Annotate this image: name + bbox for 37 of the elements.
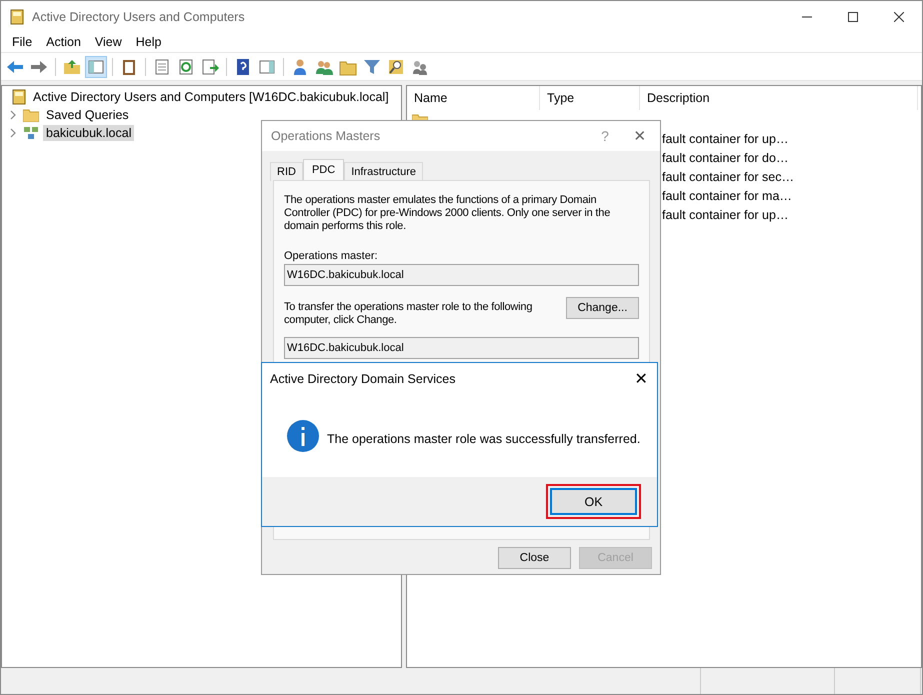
panel-icon[interactable] — [85, 56, 107, 78]
message-text: The operations master role was successfully transferred. — [327, 432, 640, 446]
field-label: Operations master: — [284, 250, 379, 262]
dialog-button[interactable]: Close — [498, 547, 571, 569]
app-icon — [10, 8, 24, 24]
table-cell: fault container for ma… — [662, 188, 792, 202]
change-button[interactable]: Change... — [566, 297, 639, 319]
column-header[interactable]: Type — [540, 86, 640, 110]
console-icon — [12, 89, 26, 105]
input-field[interactable]: W16DC.bakicubuk.local — [284, 337, 639, 359]
menu-item[interactable]: Action — [39, 35, 88, 49]
close-button[interactable]: ✕ — [625, 369, 657, 389]
table-cell: fault container for up… — [662, 208, 788, 222]
table-cell: fault container for do… — [662, 150, 788, 164]
tree-item[interactable]: Saved Queries — [43, 107, 132, 123]
info-icon — [287, 420, 319, 452]
menu-item[interactable]: File — [5, 35, 40, 49]
tab[interactable]: RID — [270, 162, 303, 181]
menu-item[interactable]: Help — [128, 35, 168, 49]
column-header[interactable]: Name — [407, 86, 540, 110]
column-header[interactable]: Description — [640, 86, 918, 110]
tab[interactable]: Infrastructure — [344, 162, 423, 181]
tree-item[interactable]: bakicubuk.local — [43, 125, 134, 141]
dialog-title: Operations Masters — [271, 129, 380, 143]
table-cell: fault container for sec… — [662, 170, 794, 184]
ok-button[interactable]: OK — [550, 488, 637, 515]
tree-item[interactable]: Active Directory Users and Computers [W16DC.bakicubuk.local] — [30, 89, 392, 105]
input-field[interactable]: W16DC.bakicubuk.local — [284, 264, 639, 286]
tab[interactable]: PDC — [302, 159, 344, 181]
folder-icon — [23, 108, 39, 122]
dialog-title: Active Directory Domain Services — [270, 372, 456, 386]
description-text: The operations master emulates the functions of a primary Domain Controller (PDC) for pre-Windows 2000 clients. Only one server in the domain performs this role. — [284, 194, 612, 233]
menu-item[interactable]: View — [88, 35, 129, 49]
window-title: Active Directory Users and Computers — [32, 10, 245, 24]
table-cell: fault container for up… — [662, 132, 788, 146]
instruction-text: To transfer the operations master role to the following computer, click Change. — [284, 301, 534, 327]
close-button[interactable]: ✕ — [620, 127, 660, 145]
